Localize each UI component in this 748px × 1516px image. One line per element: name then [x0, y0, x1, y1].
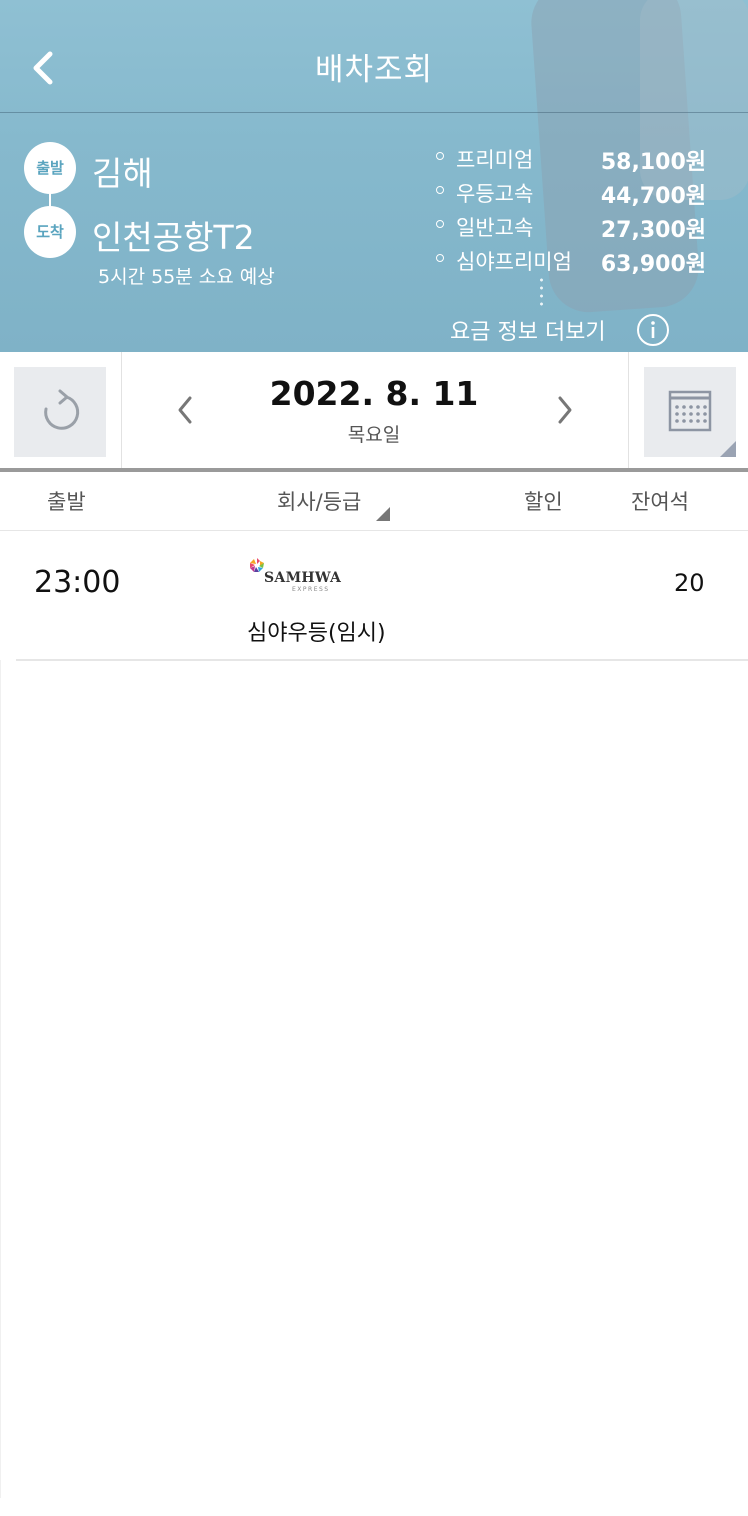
top-bar: 배차조회 — [0, 0, 748, 113]
route-header: 배차조회 출발 도착 김해 인천공항T2 5시간 55분 소요 예상 프리미엄 … — [0, 0, 748, 352]
fare-price: 44,700원 — [600, 184, 706, 209]
company-logo: SAMHWA EXPRESS — [248, 557, 348, 595]
fare-name: 일반고속 — [456, 216, 534, 240]
fare-name: 프리미엄 — [456, 148, 534, 172]
bullet-icon — [436, 254, 444, 262]
schedule-row[interactable]: 23:00 SAMHWA EXPRESS 심야우등(임시) 20 — [16, 531, 748, 661]
calendar-button[interactable] — [644, 367, 736, 457]
company-logo-text: SAMHWA — [264, 570, 342, 586]
bullet-icon — [436, 152, 444, 160]
sort-icon[interactable] — [376, 507, 390, 521]
arrival-badge: 도착 — [24, 206, 76, 258]
fare-item: 우등고속 44,700원 — [434, 178, 706, 210]
bullet-icon — [436, 186, 444, 194]
page-title: 배차조회 — [314, 52, 434, 88]
more-dots — [540, 276, 543, 306]
dropdown-corner-icon — [720, 441, 736, 457]
departure-city: 김해 — [92, 154, 153, 193]
departure-time: 23:00 — [34, 565, 121, 600]
column-header-departure: 출발 — [47, 490, 86, 514]
fare-item: 심야프리미엄 63,900원 — [434, 246, 706, 278]
fare-name: 심야프리미엄 — [456, 250, 572, 274]
list-edge — [0, 660, 1, 1498]
fare-price: 63,900원 — [600, 252, 706, 277]
company-logo-subtext: EXPRESS — [292, 586, 330, 593]
column-header-discount: 할인 — [524, 490, 563, 514]
info-button[interactable] — [636, 313, 670, 347]
departure-badge: 출발 — [24, 142, 76, 194]
divider — [628, 352, 629, 468]
fare-price: 27,300원 — [600, 218, 706, 243]
selected-date: 2022. 8. 11 — [269, 374, 479, 413]
fare-item: 프리미엄 58,100원 — [434, 144, 706, 176]
fare-item: 일반고속 27,300원 — [434, 212, 706, 244]
bullet-icon — [436, 220, 444, 228]
fare-price: 58,100원 — [600, 150, 706, 175]
selected-weekday: 목요일 — [347, 424, 401, 446]
column-header-seats: 잔여석 — [631, 490, 689, 514]
duration-estimate: 5시간 55분 소요 예상 — [98, 266, 275, 288]
next-date-button[interactable] — [546, 390, 582, 430]
more-fare-link[interactable]: 요금 정보 더보기 — [450, 314, 606, 346]
bus-grade: 심야우등(임시) — [247, 621, 386, 646]
column-header-company-grade[interactable]: 회사/등급 — [277, 486, 361, 516]
arrival-city: 인천공항T2 — [92, 218, 255, 257]
bottom-safe-area — [0, 1498, 748, 1516]
fare-name: 우등고속 — [456, 182, 534, 206]
chevron-right-icon — [558, 396, 572, 424]
date-selector: 2022. 8. 11 목요일 — [0, 352, 748, 472]
remaining-seats: 20 — [674, 569, 705, 597]
info-icon — [637, 314, 669, 346]
